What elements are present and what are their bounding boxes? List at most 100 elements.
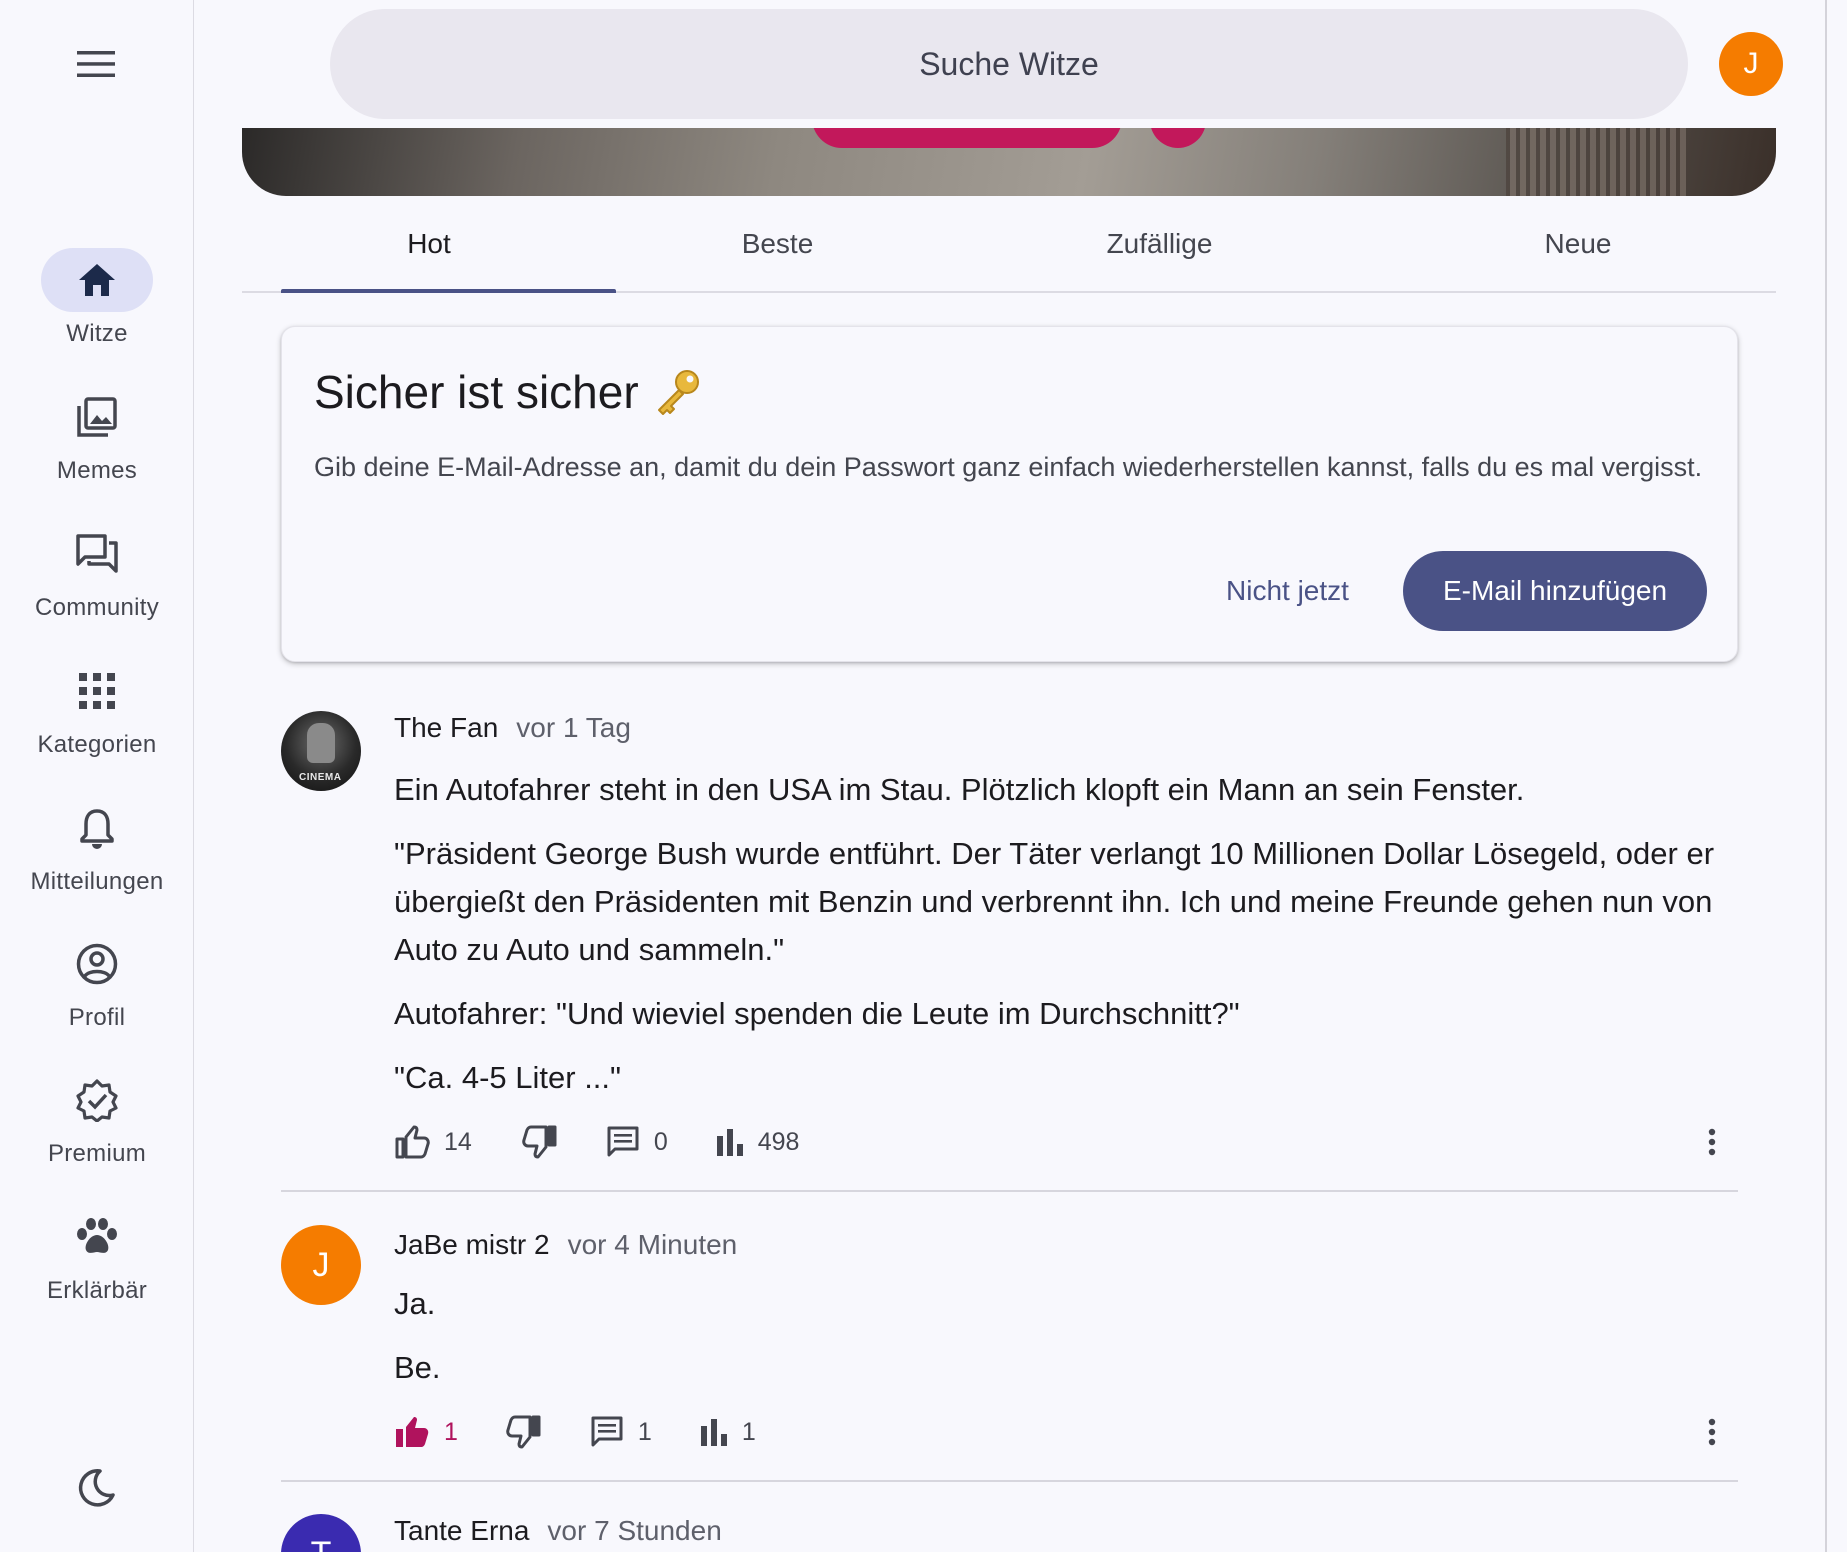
sidebar-item-premium[interactable]: Premium <box>0 1068 194 1188</box>
avatar[interactable]: J <box>281 1225 361 1305</box>
thumb-up-filled-icon <box>396 1417 429 1447</box>
image-gallery-icon <box>77 397 117 437</box>
sidebar-item-memes[interactable]: Memes <box>0 385 194 505</box>
comment-count: 0 <box>653 1127 668 1156</box>
avatar-figure <box>307 723 335 763</box>
forum-icon <box>76 534 118 573</box>
post-paragraph: Autofahrer: "Und wieviel spenden die Leu… <box>394 996 1240 1031</box>
post-body: Ein Autofahrer steht in den USA im Stau.… <box>394 766 1724 1118</box>
paw-icon <box>77 1218 117 1253</box>
post-paragraph: "Ca. 4-5 Liter ..." <box>394 1060 622 1095</box>
post-paragraph: Be. <box>394 1350 441 1385</box>
tab-zufaellige[interactable]: Zufällige <box>939 196 1380 291</box>
post-header: JaBe mistr 2 vor 4 Minuten <box>394 1229 737 1261</box>
search-placeholder: Suche Witze <box>919 45 1099 82</box>
bell-icon <box>80 809 114 849</box>
sidebar-item-erklaerbaer[interactable]: Erklärbär <box>0 1205 194 1325</box>
comment-button[interactable]: 1 <box>590 1415 652 1449</box>
nav-pill <box>41 1205 153 1269</box>
dark-mode-toggle[interactable] <box>70 1462 122 1514</box>
banner-dot <box>1150 128 1206 148</box>
nav-pill <box>41 248 153 312</box>
views-stat: 1 <box>700 1418 756 1447</box>
tab-neue[interactable]: Neue <box>1380 196 1776 291</box>
tab-hot[interactable]: Hot <box>242 196 616 293</box>
nav-pill <box>41 796 153 860</box>
bar-chart-icon <box>716 1129 743 1156</box>
app-root: Witze Memes Community Kategorien Mitteil… <box>0 0 1847 1552</box>
avatar[interactable]: T <box>281 1514 361 1552</box>
dislike-button[interactable] <box>506 1415 542 1449</box>
user-avatar[interactable]: J <box>1719 32 1783 96</box>
sidebar-item-label: Memes <box>56 457 138 484</box>
tab-beste[interactable]: Beste <box>616 196 939 291</box>
post-paragraph: Ja. <box>394 1286 436 1321</box>
like-count: 14 <box>444 1127 472 1156</box>
post-time: vor 1 Tag <box>516 712 631 743</box>
tab-label: Neue <box>1544 227 1612 259</box>
like-button[interactable]: 14 <box>394 1125 472 1159</box>
verified-badge-icon <box>76 1079 118 1122</box>
moon-icon <box>78 1469 115 1507</box>
menu-button[interactable] <box>72 44 120 84</box>
like-button[interactable]: 1 <box>394 1415 458 1449</box>
card-text: Gib deine E-Mail-Adresse an, damit du de… <box>314 452 1703 482</box>
sidebar-item-mitteilungen[interactable]: Mitteilungen <box>0 796 194 916</box>
avatar[interactable]: CINEMA <box>281 711 361 791</box>
sidebar-item-kategorien[interactable]: Kategorien <box>0 659 194 779</box>
bar-chart-icon <box>700 1419 727 1446</box>
post-divider <box>281 1480 1738 1482</box>
post-actions: 1 1 1 <box>394 1412 756 1452</box>
avatar-initial: T <box>311 1535 332 1552</box>
post: J JaBe mistr 2 vor 4 Minuten Ja. Be. 1 1… <box>281 1222 1738 1490</box>
hero-banner-image[interactable] <box>242 128 1776 196</box>
email-prompt-card: Sicher ist sicher Gib deine E-Mail-Adres… <box>281 326 1738 662</box>
post-paragraph: Ein Autofahrer steht in den USA im Stau.… <box>394 772 1525 807</box>
views-stat: 498 <box>716 1127 800 1157</box>
post-header: Tante Erna vor 7 Stunden <box>394 1515 722 1547</box>
add-email-button[interactable]: E-Mail hinzufügen <box>1403 551 1707 631</box>
sidebar-item-witze[interactable]: Witze <box>0 248 194 368</box>
post: T Tante Erna vor 7 Stunden <box>281 1512 1738 1552</box>
post-author[interactable]: Tante Erna <box>394 1515 529 1547</box>
more-options-button[interactable] <box>1692 1412 1732 1452</box>
post-paragraph: "Präsident George Bush wurde entführt. D… <box>394 836 1715 967</box>
home-icon <box>79 264 115 296</box>
dislike-button[interactable] <box>522 1125 558 1159</box>
post-header: The Fan vor 1 Tag <box>394 712 631 744</box>
apps-grid-icon <box>79 673 115 709</box>
more-vert-icon <box>1708 1418 1716 1446</box>
post-divider <box>281 1190 1738 1192</box>
comment-button[interactable]: 0 <box>606 1125 668 1159</box>
sidebar-item-profil[interactable]: Profil <box>0 932 194 1052</box>
nav-pill <box>41 932 153 996</box>
sidebar-item-label: Profil <box>68 1004 126 1031</box>
sidebar-item-label: Mitteilungen <box>30 868 164 895</box>
post-author[interactable]: The Fan <box>394 712 498 744</box>
post-body: Ja. Be. <box>394 1280 1724 1408</box>
banner-button[interactable] <box>812 128 1122 148</box>
sidebar-item-label: Premium <box>47 1140 147 1167</box>
card-title: Sicher ist sicher <box>314 365 703 419</box>
comment-count: 1 <box>637 1417 652 1446</box>
banner-decoration <box>1506 128 1686 196</box>
account-circle-icon <box>76 943 118 985</box>
feed-tabs: Hot Beste Zufällige Neue <box>242 196 1776 293</box>
post-time: vor 4 Minuten <box>567 1229 738 1260</box>
search-bar[interactable]: Suche Witze <box>330 9 1688 119</box>
key-icon <box>657 370 699 415</box>
not-now-button[interactable]: Nicht jetzt <box>1206 551 1369 631</box>
sidebar-item-community[interactable]: Community <box>0 522 194 642</box>
tab-label: Zufällige <box>1106 227 1213 259</box>
sidebar-item-label: Kategorien <box>37 731 157 758</box>
thumb-up-icon <box>395 1125 430 1159</box>
comment-icon <box>607 1126 639 1157</box>
avatar-text: CINEMA <box>299 772 342 783</box>
nav-pill <box>41 385 153 449</box>
more-options-button[interactable] <box>1692 1122 1732 1162</box>
post-author[interactable]: JaBe mistr 2 <box>394 1229 550 1261</box>
card-title-text: Sicher ist sicher <box>314 366 639 418</box>
sidebar-item-label: Erklärbär <box>46 1277 148 1304</box>
view-count: 498 <box>757 1127 800 1156</box>
nav-pill <box>41 522 153 586</box>
